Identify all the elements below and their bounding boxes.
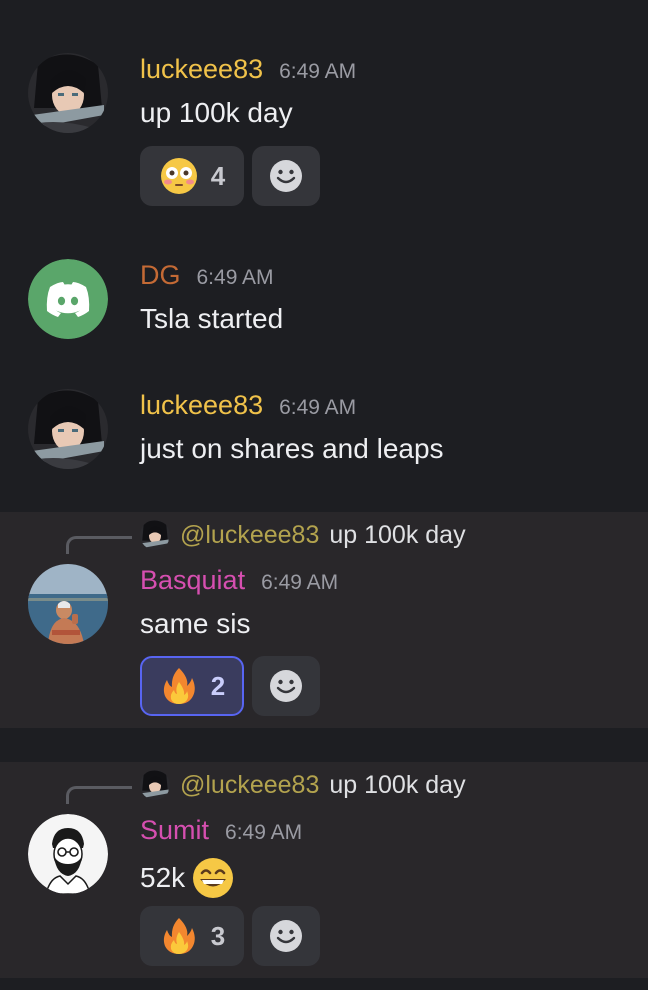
timestamp: 6:49 AM	[279, 60, 357, 83]
avatar[interactable]	[28, 53, 108, 133]
anime-character-avatar-icon	[140, 520, 170, 550]
anime-character-avatar-icon	[140, 770, 170, 800]
reply-avatar	[140, 770, 170, 800]
grinning-face-emoji-icon	[193, 858, 234, 898]
beach-photo-avatar-icon	[28, 564, 108, 644]
timestamp: 6:49 AM	[279, 396, 357, 419]
message-content: Tsla started	[140, 303, 284, 334]
reply-mention[interactable]: @luckeee83	[180, 771, 319, 800]
avatar[interactable]	[28, 814, 108, 894]
bearded-man-sketch-avatar-icon	[28, 814, 108, 894]
smiley-add-reaction-icon	[270, 920, 302, 952]
message-4: @luckeee83 up 100k day Basquiat 6:49 AM …	[0, 512, 648, 728]
timestamp: 6:49 AM	[225, 821, 303, 844]
reaction-count: 3	[210, 920, 226, 951]
username[interactable]: luckeee83	[140, 54, 263, 85]
username[interactable]: Basquiat	[140, 565, 245, 596]
message-content: same sis	[140, 608, 251, 639]
reply-connector	[66, 786, 132, 804]
message-content: 52k	[140, 856, 235, 900]
fire-emoji-icon	[163, 668, 195, 704]
username[interactable]: DG	[140, 260, 181, 291]
reaction-bar: 2	[140, 656, 320, 716]
message-text: 52k	[140, 862, 186, 893]
smiley-add-reaction-icon	[270, 670, 302, 702]
reply-text: up 100k day	[329, 520, 466, 549]
reply-text: up 100k day	[329, 770, 466, 799]
username[interactable]: Sumit	[140, 815, 209, 846]
reaction-bar: 4	[140, 146, 320, 206]
message-2: DG 6:49 AM Tsla started	[0, 230, 648, 370]
anime-character-avatar-icon	[28, 53, 108, 133]
reply-reference[interactable]: @luckeee83 up 100k day	[140, 770, 466, 800]
reaction-count: 2	[210, 670, 226, 701]
reply-connector	[66, 536, 132, 554]
flushed-face-emoji-icon	[160, 158, 197, 194]
reaction-count: 4	[210, 160, 226, 191]
reply-mention[interactable]: @luckeee83	[180, 521, 319, 550]
avatar[interactable]	[28, 259, 108, 339]
username[interactable]: luckeee83	[140, 390, 263, 421]
timestamp: 6:49 AM	[196, 266, 274, 289]
avatar[interactable]	[28, 564, 108, 644]
reaction-flushed[interactable]: 4	[140, 146, 244, 206]
avatar[interactable]	[28, 389, 108, 469]
reaction-bar: 3	[140, 906, 320, 966]
add-reaction-button[interactable]	[252, 146, 320, 206]
reply-reference[interactable]: @luckeee83 up 100k day	[140, 520, 466, 550]
message-content: up 100k day	[140, 97, 293, 128]
reply-avatar	[140, 520, 170, 550]
timestamp: 6:49 AM	[261, 571, 339, 594]
fire-emoji-icon	[163, 918, 195, 954]
anime-character-avatar-icon	[28, 389, 108, 469]
add-reaction-button[interactable]	[252, 656, 320, 716]
message-1: luckeee83 6:49 AM up 100k day 4	[0, 0, 648, 230]
discord-logo-avatar-icon	[28, 259, 108, 339]
smiley-add-reaction-icon	[270, 160, 302, 192]
message-content: just on shares and leaps	[140, 433, 444, 464]
add-reaction-button[interactable]	[252, 906, 320, 966]
message-3: luckeee83 6:49 AM just on shares and lea…	[0, 370, 648, 512]
message-5: @luckeee83 up 100k day Sumit 6:49 AM 52k	[0, 762, 648, 978]
reaction-fire[interactable]: 3	[140, 906, 244, 966]
reaction-fire[interactable]: 2	[140, 656, 244, 716]
